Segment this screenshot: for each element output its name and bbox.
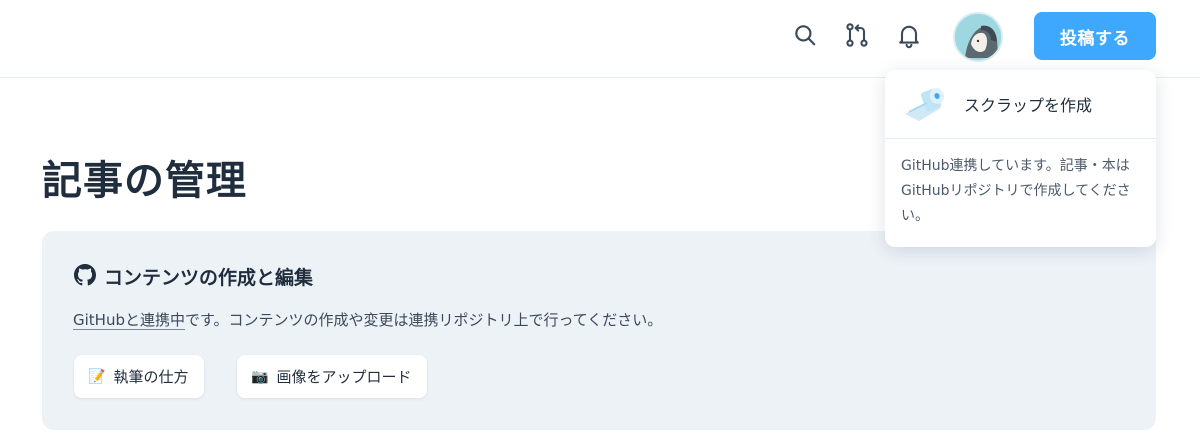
github-icon [74,263,96,290]
panel-description-text: です。コンテンツの作成や変更は連携リポジトリ上で行ってください。 [184,311,663,329]
top-header: 投稿する [0,0,1200,78]
panel-description: GitHubと連携中です。コンテンツの作成や変更は連携リポジトリ上で行ってくださ… [73,309,662,330]
memo-icon: 📝 [88,368,106,385]
page-title: 記事の管理 [42,158,247,204]
panel-title: コンテンツの作成と編集 [104,267,314,289]
search-icon[interactable] [790,20,820,50]
post-dropdown-menu: スクラップを作成 GitHub連携しています。記事・本はGitHubリポジトリで… [885,70,1156,247]
camera-icon: 📷 [251,368,269,385]
writing-guide-label: 執筆の仕方 [113,368,189,386]
post-button[interactable]: 投稿する [1034,12,1156,60]
pull-request-icon[interactable] [842,20,872,50]
user-avatar[interactable] [953,12,1003,62]
bell-icon[interactable] [894,20,924,50]
github-sync-note: GitHub連携しています。記事・本はGitHubリポジトリで作成してください。 [901,158,1131,224]
create-scrap-item[interactable]: スクラップを作成 [885,70,1156,138]
upload-image-button[interactable]: 📷 画像をアップロード [237,355,428,398]
writing-guide-button[interactable]: 📝 執筆の仕方 [74,355,205,398]
github-link[interactable]: GitHubと連携中 [73,311,185,329]
content-panel: コンテンツの作成と編集 GitHubと連携中です。コンテンツの作成や変更は連携リ… [42,231,1156,430]
panel-heading: コンテンツの作成と編集 [74,263,313,290]
create-scrap-label: スクラップを作成 [964,96,1093,115]
upload-image-label: 画像をアップロード [276,368,412,386]
dropdown-divider [885,138,1156,139]
scrap-icon [901,84,949,128]
